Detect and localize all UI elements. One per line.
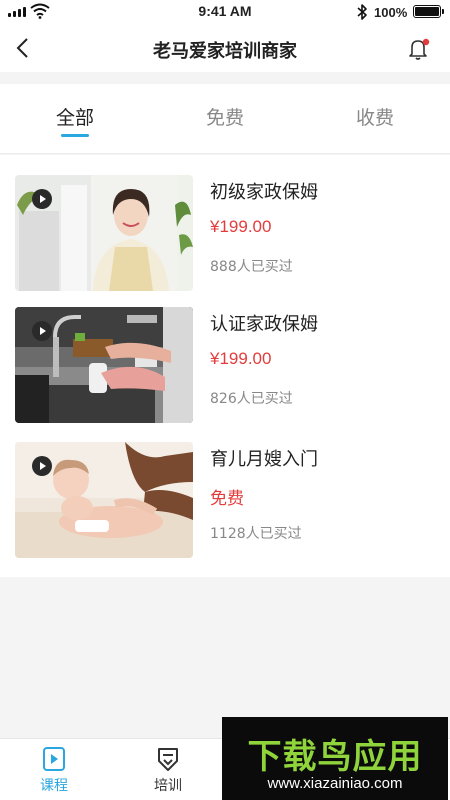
play-icon <box>32 321 52 341</box>
course-price: ¥199.00 <box>210 349 272 368</box>
bottom-nav-label: 培训 <box>154 778 182 794</box>
tab-all[interactable]: 全部 <box>0 84 150 154</box>
course-thumbnail[interactable] <box>15 307 193 423</box>
course-title: 认证家政保姆 <box>210 314 318 335</box>
tab-label: 收费 <box>355 107 394 129</box>
course-price: ¥199.00 <box>210 217 272 236</box>
course-buyers: 826人已买过 <box>210 391 293 407</box>
course-thumbnail[interactable] <box>15 175 193 291</box>
course-buyers: 1128人已买过 <box>210 526 302 542</box>
bottom-nav-course[interactable]: 课程 <box>24 745 84 795</box>
course-item[interactable]: 育儿月嫂入门 免费 1128人已买过 <box>0 442 450 576</box>
course-item[interactable]: 初级家政保姆 ¥199.00 888人已买过 <box>0 175 450 309</box>
tab-paid[interactable]: 收费 <box>300 84 450 154</box>
tab-label: 免费 <box>205 107 244 129</box>
tab-free[interactable]: 免费 <box>150 84 300 154</box>
bottom-nav-training[interactable]: 培训 <box>138 745 198 795</box>
bottom-nav-label: 课程 <box>40 778 68 794</box>
course-icon <box>43 747 65 771</box>
watermark-url: www.xiazainiao.com <box>267 775 403 792</box>
battery-percent: 100% <box>374 5 408 20</box>
status-bar: 9:41 AM 100% <box>0 0 450 26</box>
bell-icon[interactable] <box>406 35 432 63</box>
play-icon <box>32 189 52 209</box>
course-price: 免费 <box>210 489 244 508</box>
battery-icon <box>413 5 444 18</box>
course-list: 初级家政保姆 ¥199.00 888人已买过 认证家政保姆 ¥199.00 82… <box>0 155 450 577</box>
course-buyers: 888人已买过 <box>210 259 293 275</box>
tab-label: 全部 <box>55 107 94 129</box>
nav-bar: 老马爱家培训商家 <box>0 26 450 72</box>
tab-bar: 全部 免费 收费 <box>0 84 450 154</box>
course-title: 初级家政保姆 <box>210 182 318 203</box>
watermark-brand: 下载鸟应用 <box>247 737 423 777</box>
course-thumbnail[interactable] <box>15 442 193 558</box>
course-title: 育儿月嫂入门 <box>210 449 318 470</box>
active-tab-indicator <box>61 134 89 137</box>
watermark: 下载鸟应用 www.xiazainiao.com <box>222 717 448 800</box>
page-title: 老马爱家培训商家 <box>153 41 297 62</box>
bluetooth-icon <box>357 4 367 20</box>
course-item[interactable]: 认证家政保姆 ¥199.00 826人已买过 <box>0 307 450 441</box>
play-icon <box>32 456 52 476</box>
training-icon <box>158 748 178 771</box>
